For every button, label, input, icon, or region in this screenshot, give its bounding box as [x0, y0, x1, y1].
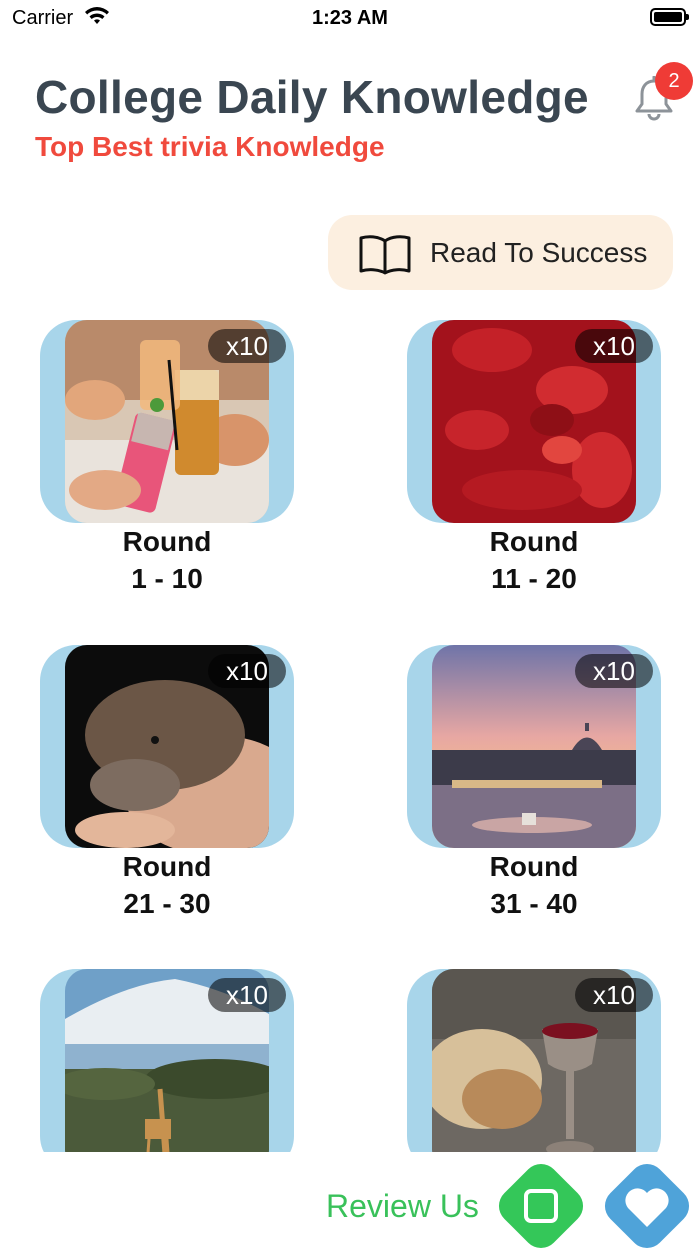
round-card[interactable]: x10 Round 31 - 40 [407, 645, 661, 925]
card-title: Round [122, 526, 212, 557]
page-subtitle: Top Best trivia Knowledge [35, 131, 385, 162]
read-to-success-button[interactable]: Read To Success [328, 215, 673, 290]
favorite-button[interactable] [598, 1157, 696, 1255]
multiplier-badge: x10 [208, 329, 286, 363]
card-range: 31 - 40 [490, 888, 578, 919]
card-range: 11 - 20 [491, 563, 577, 594]
round-card[interactable]: x10 Round 21 - 30 [40, 645, 294, 925]
multiplier-badge: x10 [208, 978, 286, 1012]
round-card[interactable]: x10 Round 11 - 20 [407, 320, 661, 600]
notification-badge: 2 [655, 62, 693, 100]
multiplier-badge: x10 [208, 654, 286, 688]
multiplier-badge: x10 [575, 654, 653, 688]
battery-icon [650, 8, 689, 26]
card-title: Round [489, 526, 579, 557]
book-icon [359, 235, 411, 275]
review-us-button[interactable] [492, 1157, 590, 1255]
multiplier-badge: x10 [575, 329, 653, 363]
multiplier-badge: x10 [575, 978, 653, 1012]
card-range: 21 - 30 [123, 888, 211, 919]
page-title: College Daily Knowledge [35, 71, 589, 123]
round-card[interactable]: x10 Round 1 - 10 [40, 320, 294, 600]
review-us-label[interactable]: Review Us [326, 1188, 479, 1225]
status-bar: Carrier 1:23 AM [0, 0, 700, 36]
read-button-label: Read To Success [430, 237, 648, 268]
card-title: Round [489, 851, 579, 882]
card-range: 1 - 10 [131, 563, 203, 594]
clock: 1:23 AM [312, 7, 388, 29]
card-title: Round [122, 851, 212, 882]
